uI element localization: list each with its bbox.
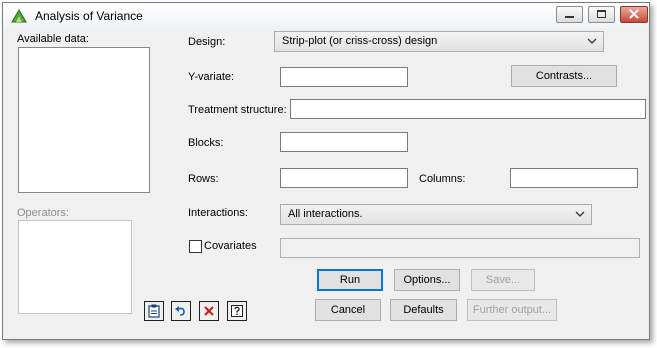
- interactions-value: All interactions.: [288, 208, 363, 220]
- minimize-button[interactable]: [556, 6, 583, 23]
- undo-button[interactable]: [171, 301, 191, 321]
- defaults-button[interactable]: Defaults: [390, 299, 457, 321]
- maximize-button[interactable]: [588, 6, 615, 23]
- options-button[interactable]: Options...: [394, 269, 460, 291]
- blocks-field[interactable]: [280, 132, 408, 152]
- further-output-button[interactable]: Further output...: [467, 299, 557, 321]
- yvariate-field[interactable]: [280, 67, 408, 87]
- interactions-dropdown[interactable]: All interactions.: [280, 204, 592, 225]
- rows-field[interactable]: [280, 168, 408, 188]
- undo-icon: [175, 306, 185, 316]
- available-data-list[interactable]: [18, 47, 150, 193]
- design-dropdown[interactable]: Strip-plot (or criss-cross) design: [274, 31, 604, 52]
- close-button[interactable]: [620, 6, 648, 23]
- save-button[interactable]: Save...: [471, 269, 535, 291]
- dialog-window: Analysis of Variance Available data: Ope…: [2, 2, 650, 340]
- covariates-label: Covariates: [204, 240, 257, 252]
- help-icon: [231, 305, 243, 317]
- clipboard-button[interactable]: [144, 301, 164, 321]
- chevron-down-icon: [575, 211, 585, 217]
- blocks-label: Blocks:: [188, 137, 224, 149]
- maximize-icon: [597, 10, 606, 18]
- help-button[interactable]: [227, 301, 247, 321]
- yvariate-label: Y-variate:: [188, 71, 235, 83]
- clear-icon: [204, 306, 214, 316]
- operators-label: Operators:: [17, 207, 69, 219]
- run-button[interactable]: Run: [317, 269, 383, 291]
- green-triangle-icon: [11, 9, 27, 23]
- title-bar[interactable]: Analysis of Variance: [3, 3, 649, 29]
- available-data-label: Available data:: [17, 33, 89, 45]
- clear-button[interactable]: [199, 301, 219, 321]
- treatment-structure-label: Treatment structure:: [188, 104, 287, 116]
- chevron-down-icon: [587, 38, 597, 44]
- covariates-field[interactable]: [280, 238, 640, 258]
- treatment-structure-field[interactable]: [290, 99, 646, 119]
- columns-label: Columns:: [419, 173, 466, 185]
- cancel-button[interactable]: Cancel: [315, 299, 381, 321]
- design-label: Design:: [188, 36, 226, 48]
- minimize-icon: [565, 16, 574, 18]
- operators-list[interactable]: [18, 220, 132, 314]
- clipboard-icon: [148, 304, 160, 318]
- columns-field[interactable]: [510, 168, 638, 188]
- design-value: Strip-plot (or criss-cross) design: [282, 35, 438, 47]
- contrasts-button[interactable]: Contrasts...: [511, 65, 617, 87]
- rows-label: Rows:: [188, 173, 219, 185]
- window-title: Analysis of Variance: [35, 9, 143, 23]
- close-icon: [629, 9, 639, 19]
- covariates-checkbox[interactable]: [189, 240, 202, 253]
- interactions-label: Interactions:: [188, 207, 248, 219]
